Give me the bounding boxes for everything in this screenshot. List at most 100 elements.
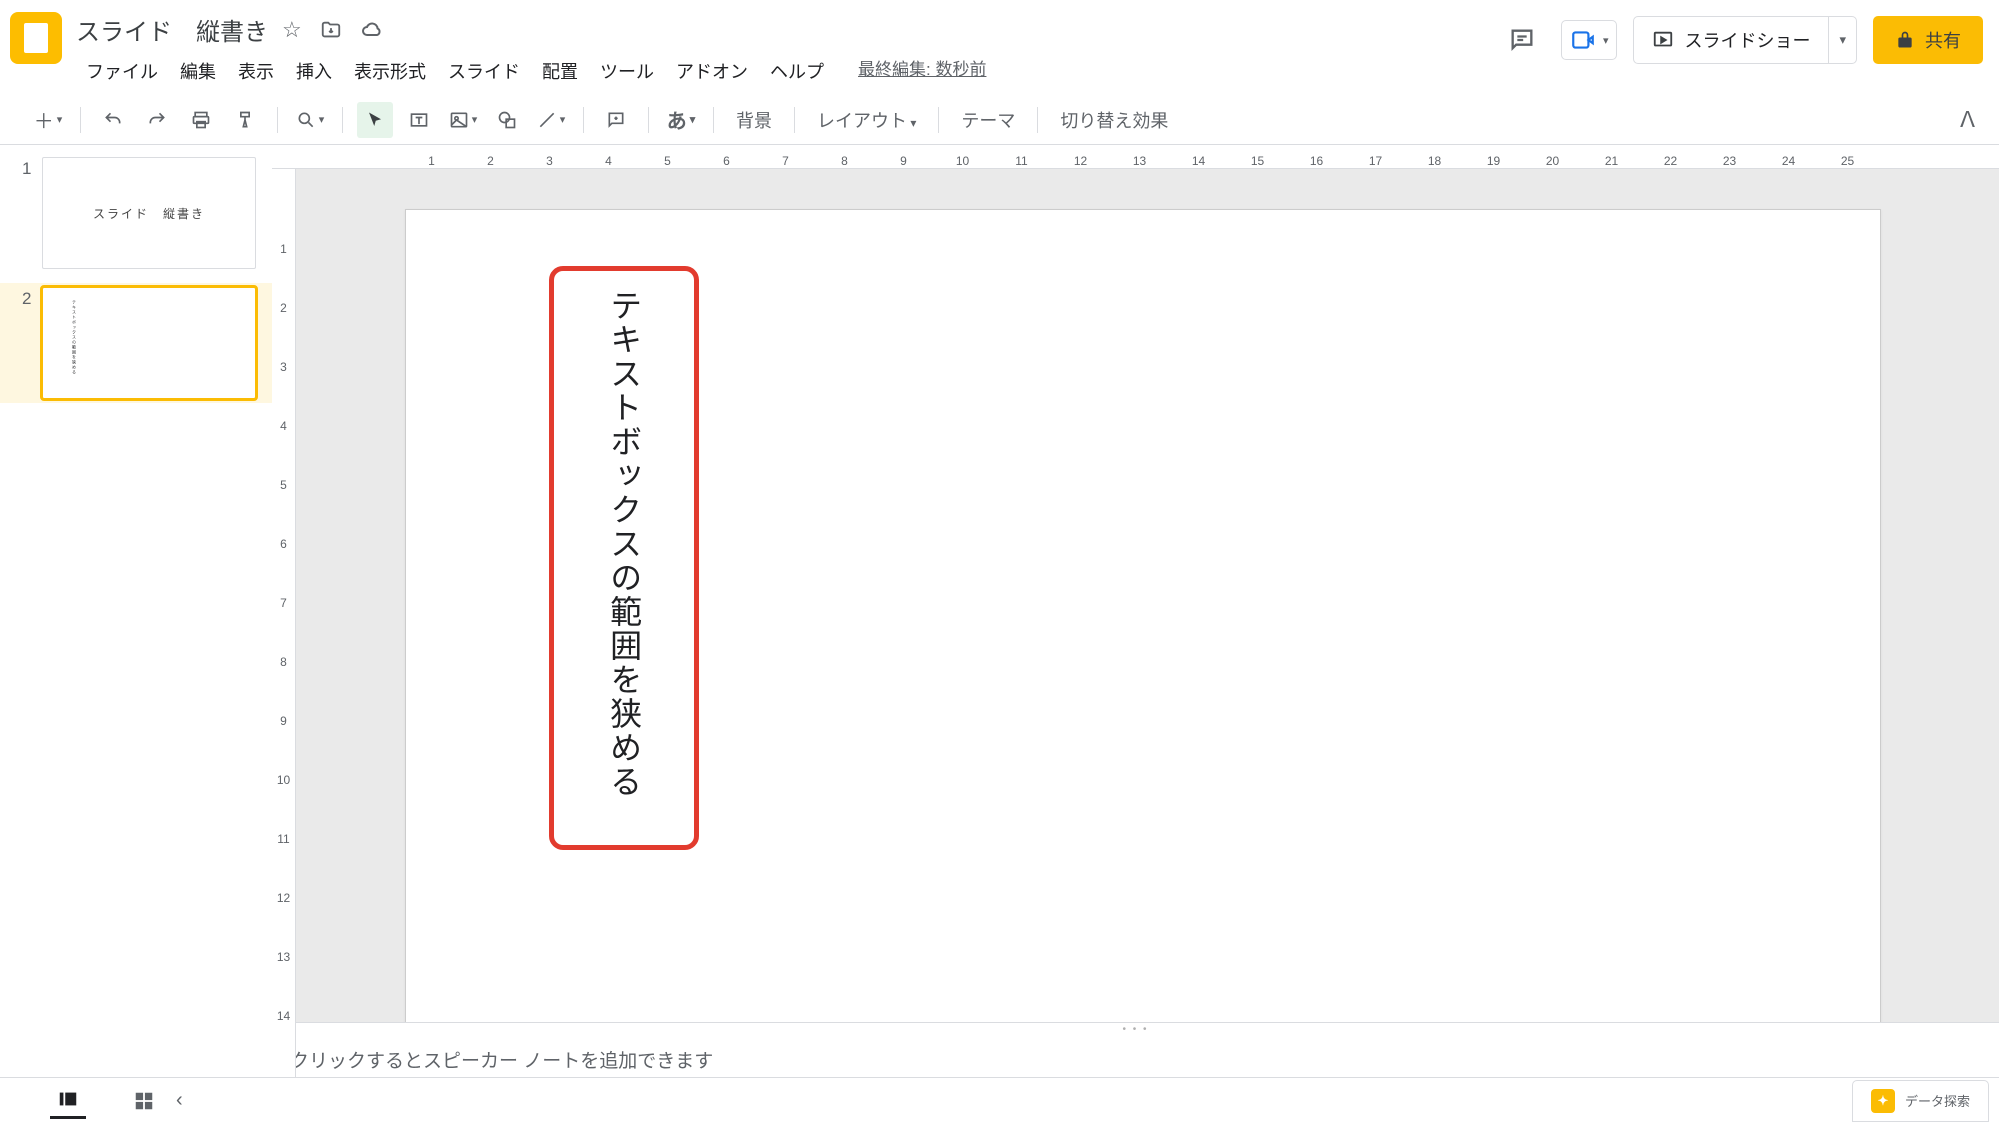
cloud-status-icon[interactable] xyxy=(360,18,384,42)
explore-button[interactable]: ✦ データ探索 xyxy=(1852,1080,1989,1122)
ruler-tick: 2 xyxy=(280,278,287,337)
ruler-tick: 23 xyxy=(1700,154,1759,168)
star-icon[interactable]: ☆ xyxy=(282,17,302,43)
ruler-tick: 4 xyxy=(579,154,638,168)
undo-button[interactable] xyxy=(95,102,131,138)
shape-tool[interactable] xyxy=(489,102,525,138)
explore-icon: ✦ xyxy=(1871,1089,1895,1113)
ruler-tick: 14 xyxy=(1169,154,1228,168)
vertical-ruler[interactable]: 1234567891011121314 xyxy=(272,169,296,1088)
thumbnail-panel: 1 スライド 縦書き 2 テキストボックスの範囲を狭める xyxy=(0,145,272,1088)
thumb-2-text: テキストボックスの範囲を狭める xyxy=(71,300,77,375)
ruler-tick: 3 xyxy=(280,337,287,396)
chevron-down-icon: ▾ xyxy=(1603,34,1609,47)
menu-file[interactable]: ファイル xyxy=(76,53,168,89)
ruler-tick: 25 xyxy=(1818,154,1877,168)
move-to-folder-icon[interactable] xyxy=(320,19,342,41)
ruler-tick: 10 xyxy=(277,750,290,809)
slideshow-button[interactable]: スライドショー xyxy=(1634,17,1828,63)
share-button[interactable]: 共有 xyxy=(1873,16,1983,64)
ruler-tick: 7 xyxy=(280,573,287,632)
input-tools-button[interactable]: あ▾ xyxy=(663,102,699,138)
ruler-tick: 24 xyxy=(1759,154,1818,168)
ruler-tick: 12 xyxy=(1051,154,1110,168)
ruler-tick: 17 xyxy=(1346,154,1405,168)
slide-thumb-2[interactable]: テキストボックスの範囲を狭める xyxy=(42,287,256,399)
horizontal-ruler[interactable]: 1234567891011121314151617181920212223242… xyxy=(272,145,1999,169)
layout-button[interactable]: レイアウト xyxy=(805,107,928,133)
ruler-tick: 11 xyxy=(992,154,1051,168)
ruler-tick: 12 xyxy=(277,868,290,927)
ruler-tick: 13 xyxy=(277,927,290,986)
ruler-tick: 8 xyxy=(280,632,287,691)
document-title[interactable]: スライド 縦書き xyxy=(76,12,268,47)
present-with-meet-button[interactable]: ▾ xyxy=(1561,20,1618,60)
share-label: 共有 xyxy=(1925,27,1961,53)
select-tool[interactable] xyxy=(357,102,393,138)
menu-slide[interactable]: スライド xyxy=(438,53,530,89)
image-tool[interactable]: ▾ xyxy=(445,102,481,138)
ruler-tick: 19 xyxy=(1464,154,1523,168)
ruler-tick: 21 xyxy=(1582,154,1641,168)
ruler-tick: 5 xyxy=(638,154,697,168)
textbox-tool[interactable] xyxy=(401,102,437,138)
ruler-tick: 14 xyxy=(277,986,290,1045)
background-button[interactable]: 背景 xyxy=(724,107,784,133)
slide-canvas[interactable]: テキストボックスの範囲を狭める xyxy=(405,209,1881,1022)
collapse-filmstrip-button[interactable]: ‹ xyxy=(162,1089,197,1112)
explore-label: データ探索 xyxy=(1905,1091,1970,1110)
slide-thumb-1[interactable]: スライド 縦書き xyxy=(42,157,256,269)
menu-insert[interactable]: 挿入 xyxy=(286,53,342,89)
ruler-tick: 18 xyxy=(1405,154,1464,168)
redo-button[interactable] xyxy=(139,102,175,138)
ruler-tick: 20 xyxy=(1523,154,1582,168)
ruler-tick: 11 xyxy=(277,809,289,868)
ruler-tick: 6 xyxy=(280,514,287,573)
ruler-tick: 9 xyxy=(874,154,933,168)
comment-add-button[interactable] xyxy=(598,102,634,138)
last-edit-link[interactable]: 最終編集: 数秒前 xyxy=(858,55,986,91)
ruler-tick: 22 xyxy=(1641,154,1700,168)
slides-app-icon[interactable] xyxy=(10,12,62,64)
ruler-tick: 10 xyxy=(933,154,992,168)
slideshow-dropdown[interactable]: ▾ xyxy=(1828,17,1856,63)
print-button[interactable] xyxy=(183,102,219,138)
new-slide-button[interactable]: ＋▾ xyxy=(30,102,66,138)
ruler-tick: 3 xyxy=(520,154,579,168)
ruler-tick: 8 xyxy=(815,154,874,168)
vertical-textbox[interactable]: テキストボックスの範囲を狭める xyxy=(549,266,699,850)
zoom-button[interactable]: ▾ xyxy=(292,102,328,138)
ruler-tick: 16 xyxy=(1287,154,1346,168)
ruler-tick: 1 xyxy=(280,219,287,278)
line-tool[interactable]: ▾ xyxy=(533,102,569,138)
textbox-text: テキストボックスの範囲を狭める xyxy=(606,289,641,799)
collapse-toolbar-button[interactable]: ᐱ xyxy=(1960,107,1989,133)
theme-button[interactable]: テーマ xyxy=(949,107,1027,133)
ruler-tick: 15 xyxy=(1228,154,1287,168)
menu-edit[interactable]: 編集 xyxy=(170,53,226,89)
ruler-tick: 4 xyxy=(280,396,287,455)
ruler-tick: 5 xyxy=(280,455,287,514)
menu-help[interactable]: ヘルプ xyxy=(760,53,834,89)
menu-tools[interactable]: ツール xyxy=(590,53,664,89)
thumb-number: 1 xyxy=(22,157,42,269)
notes-resize-handle[interactable]: • • • xyxy=(272,1022,1999,1036)
menu-format[interactable]: 表示形式 xyxy=(344,53,436,89)
paint-format-button[interactable] xyxy=(227,102,263,138)
ruler-tick: 9 xyxy=(280,691,287,750)
slideshow-label: スライドショー xyxy=(1684,27,1810,53)
grid-view-button[interactable] xyxy=(126,1083,162,1119)
ruler-tick: 7 xyxy=(756,154,815,168)
filmstrip-view-button[interactable] xyxy=(50,1083,86,1119)
menu-view[interactable]: 表示 xyxy=(228,53,284,89)
ruler-tick: 1 xyxy=(402,154,461,168)
ruler-tick: 13 xyxy=(1110,154,1169,168)
thumb-1-text: スライド 縦書き xyxy=(93,205,205,222)
thumb-number: 2 xyxy=(22,287,42,399)
ruler-tick: 2 xyxy=(461,154,520,168)
ruler-tick: 6 xyxy=(697,154,756,168)
comments-icon[interactable] xyxy=(1499,17,1545,63)
menu-arrange[interactable]: 配置 xyxy=(532,53,588,89)
menu-addons[interactable]: アドオン xyxy=(666,53,758,89)
transition-button[interactable]: 切り替え効果 xyxy=(1048,107,1180,133)
